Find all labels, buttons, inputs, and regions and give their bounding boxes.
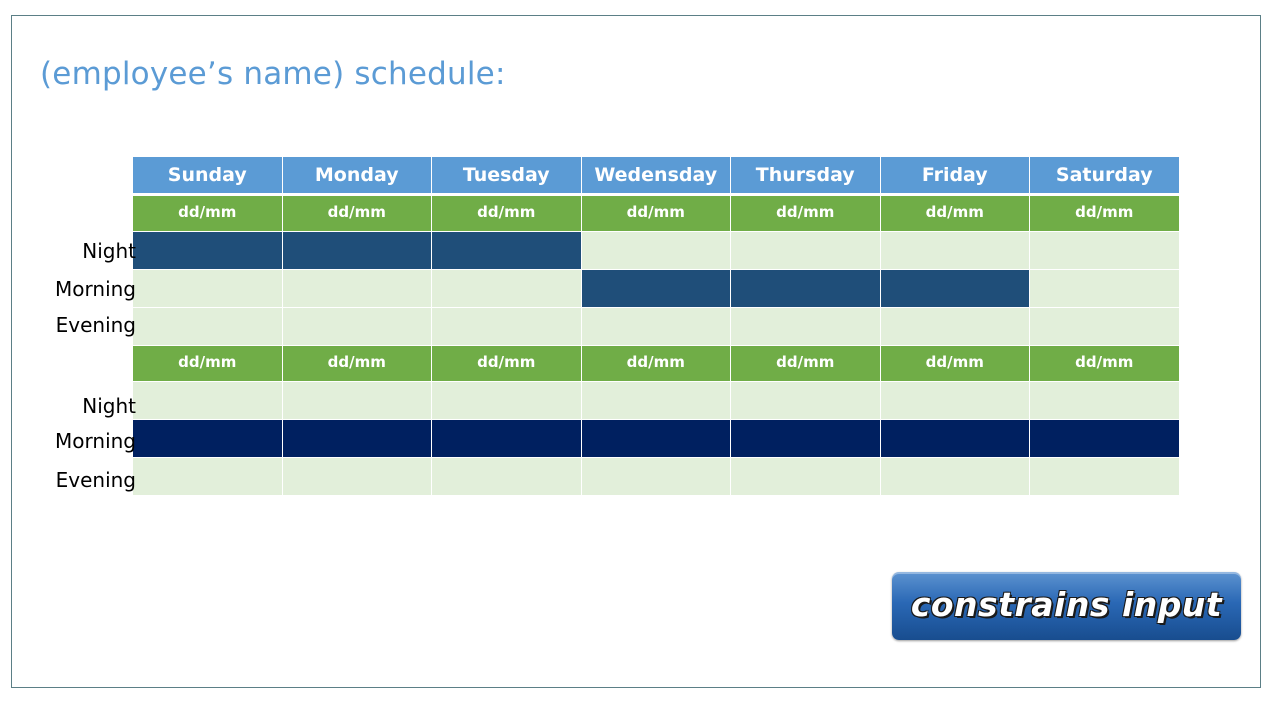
shift-cell[interactable]	[880, 308, 1030, 346]
day-header-sunday: Sunday	[133, 157, 283, 196]
shift-cell[interactable]	[133, 308, 283, 346]
row-label-evening: Evening	[55, 468, 136, 492]
date-cell[interactable]: dd/mm	[432, 346, 582, 382]
date-cell[interactable]: dd/mm	[581, 346, 731, 382]
day-header-friday: Friday	[880, 157, 1030, 196]
row-label-morning: Morning	[55, 429, 136, 453]
date-cell[interactable]: dd/mm	[581, 196, 731, 232]
shift-cell[interactable]	[133, 458, 283, 496]
shift-cell[interactable]	[731, 382, 881, 420]
day-header-saturday: Saturday	[1030, 157, 1180, 196]
page-title: (employee’s name) schedule:	[40, 56, 506, 92]
shift-cell[interactable]	[133, 270, 283, 308]
date-cell[interactable]: dd/mm	[731, 346, 881, 382]
shift-cell[interactable]	[581, 270, 731, 308]
constrains-input-label: constrains input	[910, 584, 1223, 624]
shift-cell[interactable]	[731, 420, 881, 458]
date-cell[interactable]: dd/mm	[1030, 346, 1180, 382]
shift-cell[interactable]	[731, 232, 881, 270]
shift-cell[interactable]	[581, 232, 731, 270]
row-label-evening: Evening	[55, 313, 136, 337]
shift-cell[interactable]	[1030, 270, 1180, 308]
date-cell[interactable]: dd/mm	[133, 196, 283, 232]
row-label-night: Night	[82, 239, 136, 263]
shift-cell[interactable]	[133, 382, 283, 420]
day-header-tuesday: Tuesday	[432, 157, 582, 196]
schedule-grid: Sunday Monday Tuesday Wedensday Thursday…	[133, 157, 1180, 496]
shift-cell[interactable]	[1030, 382, 1180, 420]
shift-cell[interactable]	[1030, 308, 1180, 346]
shift-cell[interactable]	[282, 232, 432, 270]
shift-cell[interactable]	[133, 420, 283, 458]
shift-cell[interactable]	[1030, 458, 1180, 496]
shift-cell[interactable]	[880, 420, 1030, 458]
day-header-monday: Monday	[282, 157, 432, 196]
row-label-morning: Morning	[55, 277, 136, 301]
date-cell[interactable]: dd/mm	[133, 346, 283, 382]
date-cell[interactable]: dd/mm	[282, 196, 432, 232]
shift-cell[interactable]	[731, 308, 881, 346]
date-cell[interactable]: dd/mm	[880, 196, 1030, 232]
shift-cell[interactable]	[880, 458, 1030, 496]
date-cell[interactable]: dd/mm	[880, 346, 1030, 382]
date-cell[interactable]: dd/mm	[432, 196, 582, 232]
row-label-night: Night	[82, 394, 136, 418]
shift-cell[interactable]	[581, 420, 731, 458]
shift-cell[interactable]	[1030, 232, 1180, 270]
shift-cell[interactable]	[731, 270, 881, 308]
shift-cell[interactable]	[880, 232, 1030, 270]
day-header-thursday: Thursday	[731, 157, 881, 196]
shift-cell[interactable]	[432, 382, 582, 420]
day-header-wednesday: Wedensday	[581, 157, 731, 196]
date-cell[interactable]: dd/mm	[731, 196, 881, 232]
shift-cell[interactable]	[581, 458, 731, 496]
shift-cell[interactable]	[1030, 420, 1180, 458]
shift-cell[interactable]	[432, 270, 582, 308]
shift-cell[interactable]	[880, 382, 1030, 420]
shift-cell[interactable]	[432, 308, 582, 346]
shift-cell[interactable]	[581, 382, 731, 420]
shift-cell[interactable]	[282, 420, 432, 458]
shift-cell[interactable]	[432, 458, 582, 496]
shift-cell[interactable]	[282, 308, 432, 346]
shift-cell[interactable]	[731, 458, 881, 496]
shift-cell[interactable]	[432, 232, 582, 270]
shift-cell[interactable]	[581, 308, 731, 346]
shift-cell[interactable]	[282, 382, 432, 420]
constrains-input-button[interactable]: constrains input	[892, 572, 1241, 640]
shift-cell[interactable]	[282, 458, 432, 496]
shift-cell[interactable]	[432, 420, 582, 458]
date-cell[interactable]: dd/mm	[1030, 196, 1180, 232]
date-cell[interactable]: dd/mm	[282, 346, 432, 382]
shift-cell[interactable]	[133, 232, 283, 270]
shift-cell[interactable]	[282, 270, 432, 308]
shift-cell[interactable]	[880, 270, 1030, 308]
